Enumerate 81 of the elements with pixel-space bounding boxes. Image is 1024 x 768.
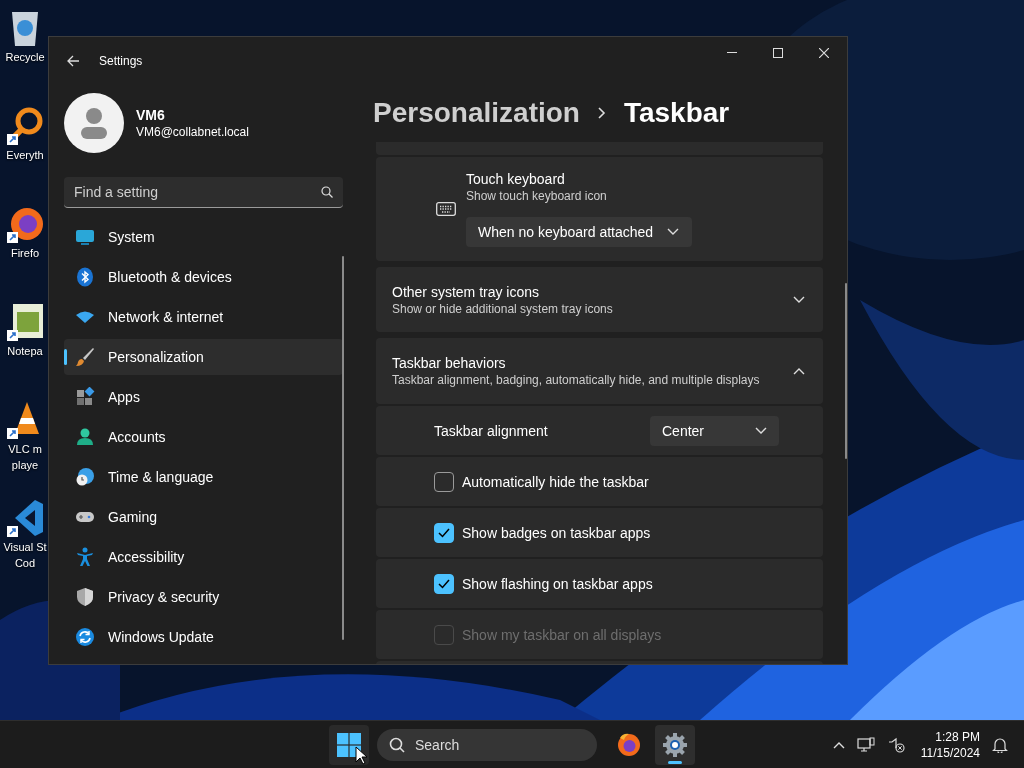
user-name: VM6: [136, 107, 166, 123]
alignment-dropdown[interactable]: Center: [650, 415, 779, 446]
checkbox-label: Show badges on taskbar apps: [462, 524, 652, 541]
setting-description: Taskbar alignment, badging, automatically hide, and multiple displays: [392, 373, 760, 387]
nav-item[interactable]: System: [64, 219, 343, 255]
network-icon[interactable]: [856, 736, 875, 753]
clock-date: 11/15/2024: [920, 744, 980, 761]
setting-title: Touch keyboard: [466, 171, 566, 187]
browser-icon[interactable]: [616, 731, 642, 758]
code-editor-icon[interactable]: [5, 498, 45, 538]
checkmark-icon: [438, 578, 450, 589]
chevron-down-icon: [667, 228, 680, 236]
chevron-down-icon: [755, 426, 767, 435]
monitor-icon: [75, 227, 95, 247]
setting-label: Taskbar alignment: [434, 422, 549, 439]
desktop-icon-label: Firefo: [10, 246, 40, 260]
minimize-icon: [727, 52, 737, 53]
checkbox[interactable]: [434, 573, 454, 594]
nav-item[interactable]: Gaming: [64, 499, 343, 535]
user-email: VM6@collabnet.local: [136, 125, 249, 139]
windows-logo-icon: [337, 732, 361, 757]
desktop-icon-label: Visual St: [3, 540, 47, 554]
magnifier-icon[interactable]: [5, 106, 45, 146]
keyboard-dropdown[interactable]: When no keyboard attached: [466, 217, 692, 247]
gear-icon[interactable]: [662, 731, 688, 758]
shield-icon: [75, 587, 95, 607]
apps-icon: [75, 387, 95, 407]
avatar: [64, 93, 124, 153]
desktop-icon-label: VLC m: [8, 442, 42, 456]
expander-header[interactable]: Taskbar behaviors Taskbar alignment, badging, automatically hide, and multiple displays: [376, 338, 823, 404]
desktop-icon-label: Recycle: [5, 50, 45, 64]
clock-time: 1:28 PM: [935, 728, 980, 745]
setting-title: Taskbar behaviors: [392, 355, 507, 371]
checkbox-label: Automatically hide the taskbar: [462, 473, 650, 490]
chevron-up-icon: [832, 740, 845, 749]
bluetooth-icon: [75, 267, 95, 287]
person-icon: [75, 427, 95, 447]
breadcrumb-link[interactable]: Personalization: [373, 97, 580, 129]
globe-clock-icon: [75, 467, 95, 487]
setting-description: Show or hide additional system tray icons: [392, 301, 613, 316]
keyboard-icon: [436, 202, 456, 216]
refresh-icon: [75, 627, 95, 647]
checkbox[interactable]: [434, 471, 454, 492]
checkbox-label: Show flashing on taskbar apps: [462, 575, 654, 592]
cursor-icon: [355, 746, 367, 765]
maximize-icon: [773, 47, 783, 58]
desktop-icon-label: Notepa: [7, 344, 43, 358]
nav-item[interactable]: Time & language: [64, 459, 343, 495]
accessibility-icon: [75, 547, 95, 567]
checkbox[interactable]: [434, 522, 454, 543]
taskbar-search[interactable]: Search: [377, 728, 597, 761]
nav-item[interactable]: Windows Update: [64, 619, 343, 655]
nav-item[interactable]: Privacy & security: [64, 579, 343, 615]
bell-icon[interactable]: [992, 736, 1008, 753]
chevron-right-icon: [597, 107, 606, 119]
checkmark-icon: [438, 527, 450, 538]
close-icon: [819, 47, 829, 58]
search-icon: [389, 736, 405, 753]
desktop-icon-label: Everyth: [6, 148, 44, 162]
checkbox-label: Show my taskbar on all displays: [462, 626, 663, 643]
notepad-icon[interactable]: [5, 302, 45, 342]
search-icon: [321, 186, 333, 198]
desktop-icon-label: Cod: [14, 556, 36, 570]
setting-title: Other system tray icons: [392, 283, 541, 300]
nav-item[interactable]: Bluetooth & devices: [64, 259, 343, 295]
back-arrow-icon[interactable]: [66, 53, 80, 68]
expander-header[interactable]: Other system tray icons Show or hide additional system tray icons: [376, 267, 823, 332]
nav-item[interactable]: Accessibility: [64, 539, 343, 575]
nav-item[interactable]: Accounts: [64, 419, 343, 455]
nav-item[interactable]: Network & internet: [64, 299, 343, 335]
search-field[interactable]: Find a setting: [64, 177, 343, 208]
brush-icon: [75, 347, 95, 367]
taskbar-app[interactable]: [655, 724, 695, 765]
window-title: Settings: [99, 53, 143, 68]
setting-description: Show touch keyboard icon: [466, 189, 608, 203]
clock[interactable]: 1:28 PM 11/15/2024: [920, 728, 980, 761]
page-title: Taskbar: [623, 97, 730, 129]
desktop-icon-label: playe: [11, 458, 39, 472]
nav-item[interactable]: Apps: [64, 379, 343, 415]
speaker-muted-icon[interactable]: [886, 736, 905, 753]
nav-item[interactable]: Personalization: [64, 339, 343, 375]
